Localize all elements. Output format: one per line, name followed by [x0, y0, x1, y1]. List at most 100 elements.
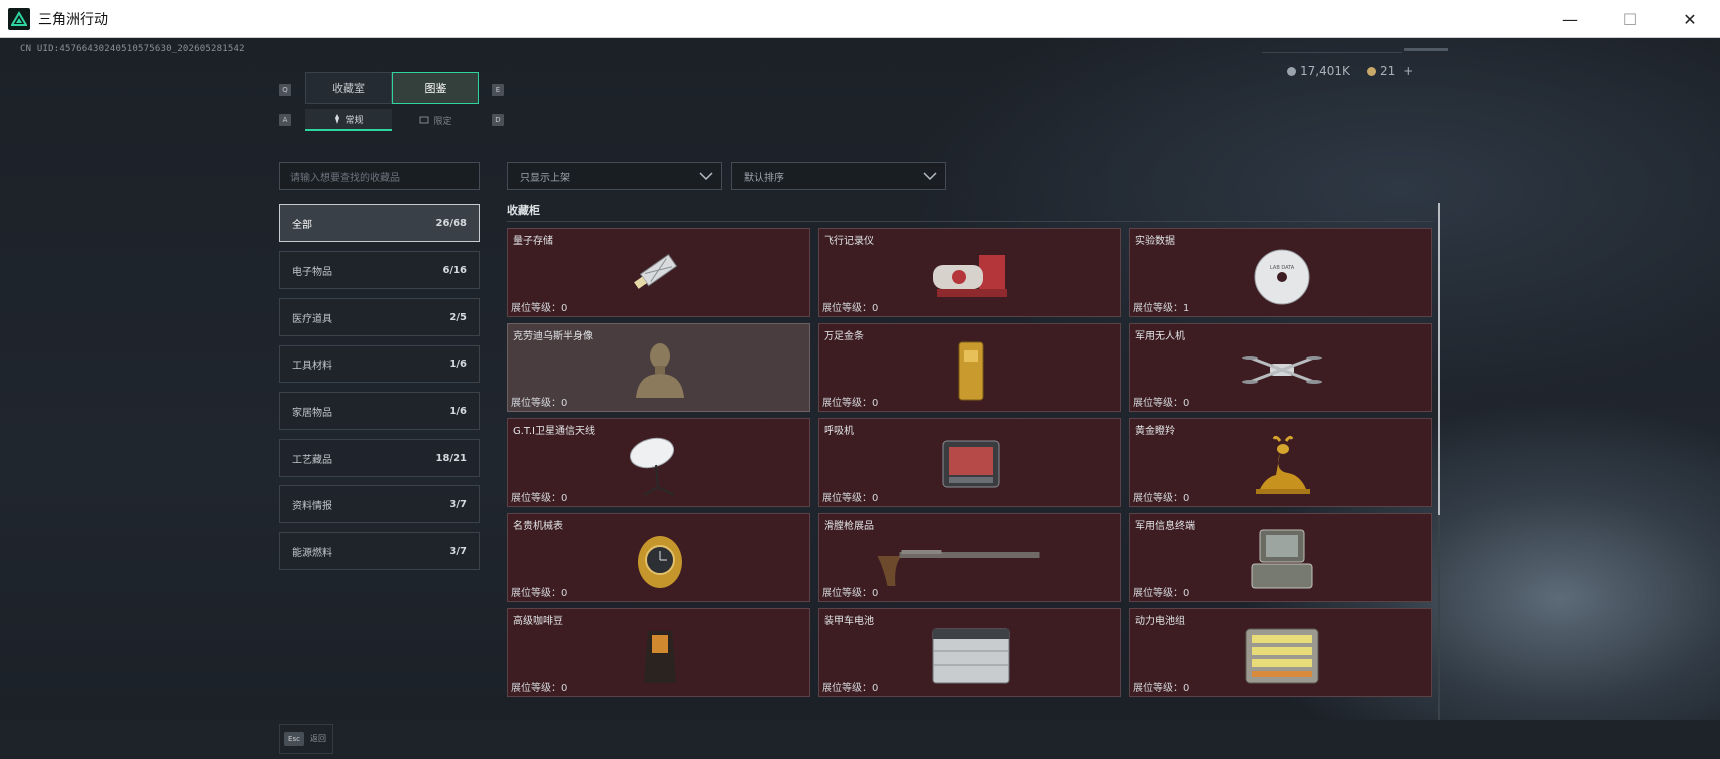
scrollbar-thumb[interactable] [1438, 203, 1440, 515]
category-label: 工艺藏品 [292, 454, 332, 466]
item-card[interactable]: 名贵机械表 展位等级：0 [507, 513, 810, 602]
item-name: 克劳迪乌斯半身像 [513, 331, 593, 342]
item-card[interactable]: 装甲车电池 展位等级：0 [818, 608, 1121, 697]
category-label: 能源燃料 [292, 547, 332, 559]
item-level: 展位等级：0 [511, 398, 568, 409]
maximize-button[interactable]: ☐ [1600, 0, 1660, 38]
category-count: 18/21 [435, 452, 467, 464]
item-name: 实验数据 [1135, 236, 1175, 247]
collection-grid: 量子存储 展位等级：0 飞行记录仪 展位等级：0 实验数据 LAB DATA 展… [507, 228, 1433, 731]
musket-icon [877, 550, 1040, 586]
category-intel[interactable]: 资料情报 3/7 [279, 485, 480, 523]
item-name: 万足金条 [824, 331, 864, 342]
satellite-antenna-icon [629, 437, 675, 496]
ventilator-icon [942, 440, 1000, 488]
tab-codex[interactable]: 图鉴 [392, 72, 479, 104]
item-name: 装甲车电池 [824, 616, 874, 627]
item-card[interactable]: 克劳迪乌斯半身像 展位等级：0 [507, 323, 810, 412]
tab-collection-room[interactable]: 收藏室 [305, 72, 392, 104]
subtab-limited[interactable]: 限定 [392, 109, 479, 131]
item-name: 军用无人机 [1135, 331, 1185, 342]
item-level: 展位等级：0 [822, 683, 879, 694]
item-card[interactable]: 军用无人机 展位等级：0 [1129, 323, 1432, 412]
currency-coins: 17,401K [1287, 64, 1350, 78]
category-label: 资料情报 [292, 500, 332, 512]
item-card[interactable]: 量子存储 展位等级：0 [507, 228, 810, 317]
item-level: 展位等级：1 [1133, 303, 1190, 314]
category-medical[interactable]: 医疗道具 2/5 [279, 298, 480, 336]
category-count: 26/68 [435, 217, 467, 229]
flight-recorder-icon [933, 255, 1007, 297]
window-titlebar: 三角洲行动 — ☐ ✕ [0, 0, 1720, 38]
usb-drive-icon [634, 253, 678, 289]
app-logo-icon [8, 7, 30, 30]
category-crafts[interactable]: 工艺藏品 18/21 [279, 439, 480, 477]
subtab-regular-label: 常规 [345, 115, 364, 126]
item-level: 展位等级：0 [511, 493, 568, 504]
item-name: 飞行记录仪 [824, 236, 874, 247]
category-household[interactable]: 家居物品 1/6 [279, 392, 480, 430]
sort-label: 默认排序 [744, 172, 784, 184]
chevron-down-icon [923, 172, 937, 181]
window-title: 三角洲行动 [38, 11, 108, 28]
item-name: 黄金瞪羚 [1135, 426, 1175, 437]
search-input[interactable]: 请输入想要查找的收藏品 [279, 162, 480, 190]
category-tools[interactable]: 工具材料 1/6 [279, 345, 480, 383]
category-count: 3/7 [449, 545, 467, 557]
category-count: 1/6 [449, 405, 467, 417]
item-name: 量子存储 [513, 236, 553, 247]
category-count: 3/7 [449, 498, 467, 510]
category-label: 全部 [292, 219, 312, 231]
minimize-button[interactable]: — [1540, 0, 1600, 38]
add-currency-button[interactable]: + [1403, 64, 1413, 78]
chevron-down-icon [699, 172, 713, 181]
item-card[interactable]: G.T.I卫星通信天线 展位等级：0 [507, 418, 810, 507]
bottom-bar [0, 720, 1720, 759]
coffee-bag-icon [644, 631, 676, 683]
item-level: 展位等级：0 [1133, 683, 1190, 694]
item-name: G.T.I卫星通信天线 [513, 426, 595, 437]
player-uid: CN UID:4576643024051057563​0_20260528154… [20, 44, 245, 54]
header-accent-bar [1404, 48, 1448, 51]
item-card[interactable]: 黄金瞪羚 展位等级：0 [1129, 418, 1432, 507]
key-hint-e: E [492, 84, 504, 96]
close-button[interactable]: ✕ [1660, 0, 1720, 38]
sort-dropdown[interactable]: 默认排序 [731, 162, 946, 190]
key-hint-a: A [279, 114, 291, 126]
filter-shelf-label: 只显示上架 [520, 172, 570, 184]
item-name: 名贵机械表 [513, 521, 563, 532]
svg-text:LAB DATA: LAB DATA [1270, 265, 1295, 271]
item-card[interactable]: 军用信息终端 展位等级：0 [1129, 513, 1432, 602]
limited-icon [419, 116, 429, 124]
header-divider [1262, 52, 1402, 53]
item-card[interactable]: 滑膛枪展品 展位等级：0 [818, 513, 1121, 602]
regular-icon [335, 114, 340, 124]
gold-bar-icon [958, 341, 984, 401]
item-card[interactable]: 高级咖啡豆 展位等级：0 [507, 608, 810, 697]
category-label: 电子物品 [292, 266, 332, 278]
filter-dropdown-shelf[interactable]: 只显示上架 [507, 162, 722, 190]
battery-icon [932, 628, 1010, 684]
item-level: 展位等级：0 [1133, 588, 1190, 599]
item-card[interactable]: 实验数据 LAB DATA 展位等级：1 [1129, 228, 1432, 317]
item-card[interactable]: 动力电池组 展位等级：0 [1129, 608, 1432, 697]
item-name: 动力电池组 [1135, 616, 1185, 627]
category-label: 家居物品 [292, 407, 332, 419]
item-card[interactable]: 飞行记录仪 展位等级：0 [818, 228, 1121, 317]
item-card[interactable]: 万足金条 展位等级：0 [818, 323, 1121, 412]
disc-icon: LAB DATA [1254, 249, 1310, 305]
category-all[interactable]: 全部 26/68 [279, 204, 480, 242]
category-energy[interactable]: 能源燃料 3/7 [279, 532, 480, 570]
subtab-regular[interactable]: 常规 [305, 109, 392, 131]
currency-premium: 21 + [1367, 64, 1413, 78]
category-electronics[interactable]: 电子物品 6/16 [279, 251, 480, 289]
item-level: 展位等级：0 [511, 303, 568, 314]
category-count: 1/6 [449, 358, 467, 370]
item-level: 展位等级：0 [822, 303, 879, 314]
item-card[interactable]: 呼吸机 展位等级：0 [818, 418, 1121, 507]
category-label: 医疗道具 [292, 313, 332, 325]
game-screen: CN UID:4576643024051057563​0_20260528154… [0, 38, 1720, 759]
bust-statue-icon [636, 343, 684, 398]
item-level: 展位等级：0 [822, 398, 879, 409]
coins-value: 17,401K [1300, 64, 1350, 78]
